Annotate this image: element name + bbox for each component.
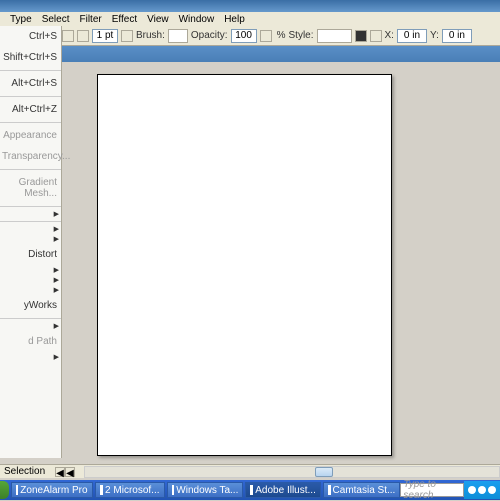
- taskbar-app[interactable]: Windows Ta...: [167, 482, 244, 498]
- align-icon[interactable]: [370, 30, 382, 42]
- menu-item-shortcut[interactable]: Alt+Ctrl+S: [0, 73, 61, 94]
- tray-icon[interactable]: [468, 486, 476, 494]
- scroll-left-icon[interactable]: ◀: [55, 467, 65, 477]
- app-icon: [250, 485, 253, 495]
- horizontal-scrollbar[interactable]: [84, 466, 500, 478]
- menu-item-submenu[interactable]: ▶: [0, 275, 61, 285]
- menu-item-path[interactable]: d Path: [0, 331, 61, 352]
- taskbar-app[interactable]: Camtasia St...: [323, 482, 401, 498]
- start-button[interactable]: [0, 481, 9, 499]
- opacity-label: Opacity:: [191, 30, 228, 41]
- brush-dropdown[interactable]: [168, 29, 188, 43]
- menu-item-shortcut[interactable]: Alt+Ctrl+Z: [0, 99, 61, 120]
- chevron-right-icon: ▶: [54, 286, 59, 294]
- menu-help[interactable]: Help: [224, 14, 245, 25]
- windows-taskbar: ZoneAlarm Pro 2 Microsof... Windows Ta..…: [0, 480, 500, 500]
- chevron-right-icon: ▶: [54, 266, 59, 274]
- style-dropdown[interactable]: [317, 29, 352, 43]
- desktop-search[interactable]: Type to search: [400, 483, 464, 497]
- title-bar: [0, 0, 500, 12]
- chevron-right-icon: ▶: [54, 225, 59, 233]
- x-input[interactable]: [397, 29, 427, 43]
- menu-item-works[interactable]: yWorks: [0, 295, 61, 316]
- chevron-right-icon: ▶: [54, 322, 59, 330]
- menu-item-submenu[interactable]: ▶: [0, 321, 61, 331]
- menu-item-shortcut[interactable]: Shift+Ctrl+S: [0, 47, 61, 68]
- y-label: Y:: [430, 30, 439, 41]
- chevron-right-icon: ▶: [54, 276, 59, 284]
- workspace: [62, 62, 500, 458]
- menu-bar: Type Select Filter Effect View Window He…: [0, 12, 500, 26]
- taskbar-app-active[interactable]: Adobe Illust...: [245, 482, 321, 498]
- menu-item-submenu[interactable]: ▶: [0, 224, 61, 234]
- menu-item-submenu[interactable]: ▶: [0, 234, 61, 244]
- menu-item-gradient[interactable]: Gradient Mesh...: [0, 172, 61, 204]
- effect-dropdown-menu: Ctrl+S Shift+Ctrl+S Alt+Ctrl+S Alt+Ctrl+…: [0, 26, 62, 458]
- stroke-weight-input[interactable]: [92, 29, 118, 43]
- menu-item-distort[interactable]: Distort: [0, 244, 61, 265]
- menu-item-shortcut[interactable]: Ctrl+S: [0, 26, 61, 47]
- menu-item-submenu[interactable]: ▶: [0, 352, 61, 362]
- system-tray[interactable]: [464, 481, 500, 499]
- style-label: Style:: [289, 30, 314, 41]
- y-input[interactable]: [442, 29, 472, 43]
- menu-item-appearance[interactable]: Appearance: [0, 125, 61, 146]
- x-label: X:: [385, 30, 394, 41]
- tray-icon[interactable]: [478, 486, 486, 494]
- menu-view[interactable]: View: [147, 14, 169, 25]
- stroke-swatch[interactable]: [77, 30, 89, 42]
- menu-item-transparency[interactable]: Transparency...: [0, 146, 61, 167]
- scrollbar-thumb[interactable]: [315, 467, 333, 477]
- taskbar-app[interactable]: 2 Microsof...: [95, 482, 165, 498]
- menu-item-submenu[interactable]: ▶: [0, 209, 61, 219]
- menu-window[interactable]: Window: [179, 14, 215, 25]
- menu-effect[interactable]: Effect: [112, 14, 137, 25]
- options-toolbar: Brush: Opacity: % Style: X: Y:: [0, 26, 500, 46]
- opacity-input[interactable]: [231, 29, 257, 43]
- chevron-right-icon: ▶: [54, 235, 59, 243]
- stroke-dropdown-icon[interactable]: [121, 30, 133, 42]
- taskbar-app[interactable]: ZoneAlarm Pro: [11, 482, 93, 498]
- menu-filter[interactable]: Filter: [79, 14, 101, 25]
- menu-item-submenu[interactable]: ▶: [0, 285, 61, 295]
- app-icon: [328, 485, 331, 495]
- chevron-right-icon: ▶: [54, 210, 59, 218]
- app-icon: [172, 485, 175, 495]
- tray-icon[interactable]: [488, 486, 496, 494]
- brush-label: Brush:: [136, 30, 165, 41]
- current-tool-label: Selection: [4, 466, 45, 477]
- grid-icon[interactable]: [355, 30, 367, 42]
- artboard[interactable]: [97, 74, 392, 456]
- opacity-dropdown-icon[interactable]: [260, 30, 272, 42]
- menu-item-submenu[interactable]: ▶: [0, 265, 61, 275]
- status-bar: Selection ◀ ◀: [0, 464, 500, 478]
- chevron-right-icon: ▶: [54, 353, 59, 361]
- app-icon: [16, 485, 18, 495]
- app-icon: [100, 485, 104, 495]
- fill-swatch[interactable]: [62, 30, 74, 42]
- menu-select[interactable]: Select: [42, 14, 70, 25]
- menu-type[interactable]: Type: [10, 14, 32, 25]
- scroll-left-icon[interactable]: ◀: [65, 467, 75, 477]
- document-tab-bar: [62, 46, 500, 62]
